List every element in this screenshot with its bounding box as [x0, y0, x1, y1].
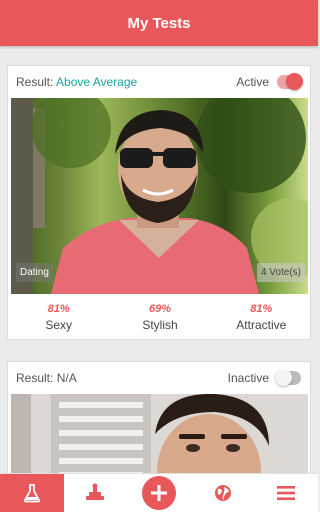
stat-attractive: 81% Attractive — [216, 303, 306, 332]
active-toggle[interactable] — [277, 72, 303, 90]
stat-percent: 81% — [47, 302, 70, 315]
stat-label: Attractive — [236, 317, 287, 332]
stat-percent: 69% — [148, 302, 171, 315]
menu-icon — [277, 486, 296, 500]
nav-add[interactable] — [127, 474, 191, 512]
card-header: Result: N/A Inactive — [8, 362, 310, 393]
nav-explore[interactable] — [191, 474, 255, 512]
nav-menu[interactable] — [254, 474, 318, 512]
result-label: Result: N/A — [16, 371, 77, 385]
toggle-knob — [286, 72, 303, 90]
stamp-icon — [86, 483, 105, 500]
flask-icon — [23, 484, 40, 503]
bottom-nav — [0, 473, 318, 512]
nav-vote[interactable] — [64, 474, 128, 512]
result-prefix: Result: — [16, 74, 54, 89]
stat-stylish: 69% Stylish — [115, 303, 205, 332]
result-value: N/A — [56, 370, 77, 385]
add-test-button[interactable] — [141, 476, 176, 510]
active-toggle[interactable] — [275, 368, 301, 386]
stats-row: 81% Sexy 69% Stylish 81% Attractive — [8, 297, 310, 337]
card-header: Result: Above Average Active — [8, 66, 310, 97]
result-value: Above Average — [56, 74, 138, 89]
toggle-knob — [275, 368, 292, 386]
category-tag: Dating — [16, 263, 53, 282]
app-bar: My Tests — [0, 0, 318, 46]
plus-icon — [150, 485, 167, 501]
status-label: Inactive — [227, 370, 269, 385]
stat-label: Stylish — [142, 317, 178, 332]
status-label: Active — [236, 74, 269, 89]
nav-my-tests[interactable] — [0, 474, 64, 512]
result-label: Result: Above Average — [16, 75, 137, 89]
test-photo[interactable]: Dating 4 Vote(s) — [11, 98, 308, 294]
page-title: My Tests — [127, 14, 191, 32]
stat-sexy: 81% Sexy — [14, 303, 104, 332]
stat-percent: 81% — [250, 302, 273, 315]
vote-count-badge: 4 Vote(s) — [256, 263, 305, 282]
globe-icon — [214, 485, 231, 501]
result-prefix: Result: — [16, 370, 54, 385]
stat-label: Sexy — [45, 317, 72, 332]
test-card[interactable]: Result: Above Average Active Dating 4 Vo… — [7, 65, 311, 340]
